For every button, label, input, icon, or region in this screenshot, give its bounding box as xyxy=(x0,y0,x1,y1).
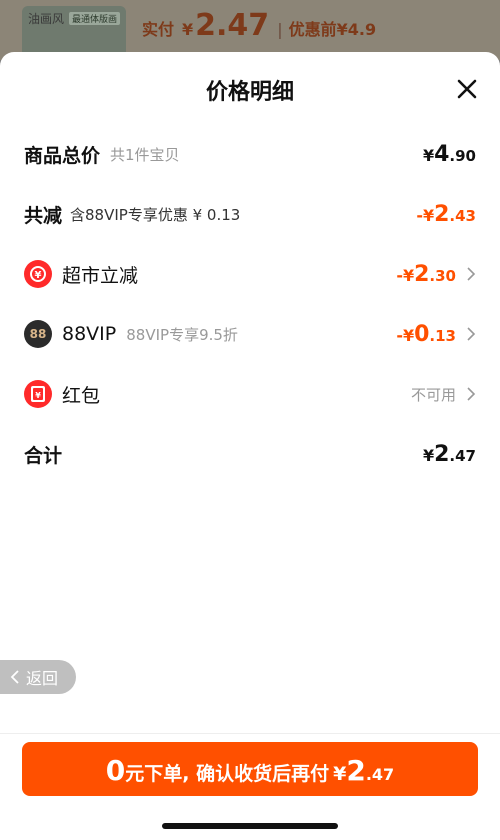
vip-label: 88VIP xyxy=(62,323,117,345)
svg-text:¥: ¥ xyxy=(35,270,42,281)
price-integer: 0 xyxy=(414,321,430,347)
price-integer: 2 xyxy=(414,261,430,287)
close-icon[interactable] xyxy=(456,78,478,100)
row-total-price: 商品总价 共1件宝贝 ¥ 4 .90 xyxy=(24,134,476,174)
sum-amount: ¥ 2 .47 xyxy=(423,442,476,467)
price-integer: 4 xyxy=(434,141,450,167)
cta-int: 2 xyxy=(346,754,366,787)
price-decimal: .30 xyxy=(429,266,456,285)
row-88vip-discount[interactable]: 88 88VIP 88VIP专享9.5折 -¥ 0 .13 xyxy=(24,314,476,354)
price-integer: 2 xyxy=(434,201,450,227)
currency-symbol: ¥ xyxy=(422,445,435,465)
vip-amount: -¥ 0 .13 xyxy=(396,322,456,347)
item-count: 共1件宝贝 xyxy=(110,145,180,164)
red-packet-label: 红包 xyxy=(62,384,101,407)
paid-label: 实付 xyxy=(142,20,175,39)
yen-coin-icon: ¥ xyxy=(24,260,52,288)
back-label: 返回 xyxy=(26,669,59,688)
cta-dec: .47 xyxy=(365,765,395,784)
row-sum-total: 合计 ¥ 2 .47 xyxy=(24,434,476,474)
home-indicator xyxy=(162,823,338,829)
thumbnail-text: 油画风 xyxy=(28,12,65,26)
cta-zero: 0 xyxy=(105,754,126,787)
price-decimal: .47 xyxy=(449,446,476,465)
price-divider: | xyxy=(277,20,283,39)
footer-divider xyxy=(0,733,500,734)
sheet-title: 价格明细 xyxy=(205,80,294,105)
supermarket-amount: -¥ 2 .30 xyxy=(396,262,456,287)
supermarket-label: 超市立减 xyxy=(62,264,139,287)
background-order-header: 油画风 最通体版画 实付 ¥ 2.47 | 优惠前 ¥4.9 xyxy=(0,0,500,60)
total-price: ¥ 4 .90 xyxy=(423,142,476,167)
vip-note: 88VIP专享9.5折 xyxy=(126,325,238,344)
price-decimal: .13 xyxy=(429,326,456,345)
price-detail-sheet: 价格明细 商品总价 共1件宝贝 ¥ 4 .90 共减 含88VIP专享优惠 ¥ … xyxy=(0,52,500,840)
red-packet-status: 不可用 xyxy=(410,385,456,404)
row-red-packet[interactable]: ¥ 红包 不可用 xyxy=(24,374,476,414)
currency-symbol: -¥ xyxy=(396,265,415,285)
price-integer: 2 xyxy=(434,441,450,467)
red-packet-icon: ¥ xyxy=(24,380,52,408)
currency-symbol: -¥ xyxy=(416,205,435,225)
place-order-button[interactable]: 0 元下单, 确认收货后再付 ¥ 2 .47 xyxy=(22,742,478,796)
price-decimal: .43 xyxy=(449,206,476,225)
cta-symbol: ¥ xyxy=(333,763,347,785)
currency-symbol: ¥ xyxy=(422,145,435,165)
chevron-right-icon xyxy=(466,386,476,402)
svg-text:¥: ¥ xyxy=(35,391,41,400)
row-total-reduction: 共减 含88VIP专享优惠 ¥ 0.13 -¥ 2 .43 xyxy=(24,194,476,234)
sum-label: 合计 xyxy=(24,444,63,467)
reduction-amount: -¥ 2 .43 xyxy=(416,202,476,227)
paid-amount: 2.47 xyxy=(195,8,270,43)
before-label: 优惠前 xyxy=(288,20,337,39)
thumbnail-tag: 最通体版画 xyxy=(68,12,120,25)
88vip-badge-icon: 88 xyxy=(24,320,52,348)
reduction-label: 共减 xyxy=(24,204,63,227)
back-button[interactable]: 返回 xyxy=(0,660,76,694)
currency-symbol: -¥ xyxy=(396,325,415,345)
chevron-right-icon xyxy=(466,266,476,282)
background-price-summary: 实付 ¥ 2.47 | 优惠前 ¥4.9 xyxy=(142,8,376,43)
before-amount: ¥4.9 xyxy=(336,20,377,39)
chevron-left-icon xyxy=(10,670,19,684)
chevron-right-icon xyxy=(466,326,476,342)
paid-symbol: ¥ xyxy=(182,20,194,39)
row-supermarket-discount[interactable]: ¥ 超市立减 -¥ 2 .30 xyxy=(24,254,476,294)
price-decimal: .90 xyxy=(449,146,476,165)
reduction-note: 含88VIP专享优惠 ¥ 0.13 xyxy=(70,205,241,224)
cta-text: 元下单, 确认收货后再付 xyxy=(125,763,330,785)
total-label: 商品总价 xyxy=(24,144,101,167)
